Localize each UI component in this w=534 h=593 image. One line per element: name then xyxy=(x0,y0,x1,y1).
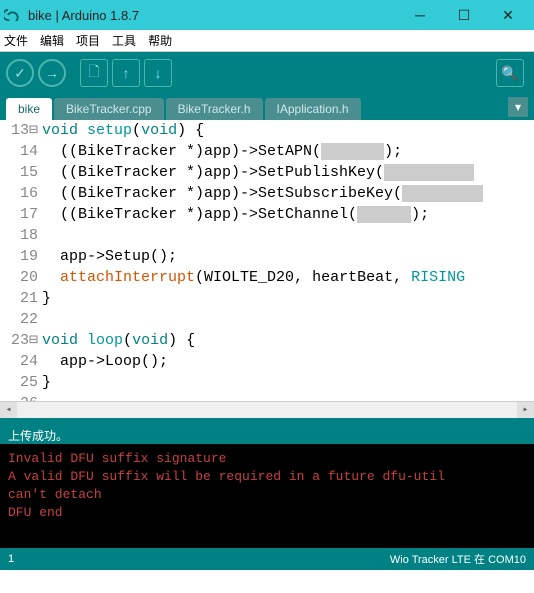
status-message: 上传成功。 xyxy=(0,424,534,444)
minimize-button[interactable]: ─ xyxy=(398,0,442,30)
maximize-button[interactable]: ☐ xyxy=(442,0,486,30)
statusbar: 1 Wio Tracker LTE 在 COM10 xyxy=(0,548,534,570)
menu-edit[interactable]: 编辑 xyxy=(40,32,64,49)
scroll-right-icon[interactable]: ▸ xyxy=(517,402,534,419)
menubar: 文件 编辑 项目 工具 帮助 xyxy=(0,30,534,52)
line-gutter: 13⊟14 15 16 17 18 19 20 21 22 23⊟24 25 2… xyxy=(0,120,42,414)
menu-tools[interactable]: 工具 xyxy=(112,32,136,49)
save-button[interactable]: ↓ xyxy=(144,59,172,87)
serial-monitor-button[interactable]: 🔍 xyxy=(496,59,524,87)
tab-IApplication-h[interactable]: IApplication.h xyxy=(265,98,361,120)
horizontal-scrollbar[interactable]: ◂ ▸ xyxy=(0,401,534,418)
new-button[interactable]: 🗋 xyxy=(80,59,108,87)
status-left: 1 xyxy=(8,553,14,565)
toolbar: ✓ → 🗋 ↑ ↓ 🔍 xyxy=(0,52,534,94)
tabbar: bikeBikeTracker.cppBikeTracker.hIApplica… xyxy=(0,94,534,120)
tab-menu-button[interactable]: ▾ xyxy=(508,97,528,117)
scroll-left-icon[interactable]: ◂ xyxy=(0,402,17,419)
upload-button[interactable]: → xyxy=(38,59,66,87)
code-editor[interactable]: 13⊟14 15 16 17 18 19 20 21 22 23⊟24 25 2… xyxy=(0,120,534,418)
tab-BikeTracker-h[interactable]: BikeTracker.h xyxy=(166,98,263,120)
tab-bike[interactable]: bike xyxy=(6,98,52,120)
menu-help[interactable]: 帮助 xyxy=(148,32,172,49)
code-source[interactable]: void setup(void) { ((BikeTracker *)app)-… xyxy=(42,120,534,414)
menu-sketch[interactable]: 项目 xyxy=(76,32,100,49)
window-title: bike | Arduino 1.8.7 xyxy=(28,8,398,23)
open-button[interactable]: ↑ xyxy=(112,59,140,87)
close-button[interactable]: ✕ xyxy=(486,0,530,30)
tab-BikeTracker-cpp[interactable]: BikeTracker.cpp xyxy=(54,98,164,120)
console-output[interactable]: Invalid DFU suffix signature A valid DFU… xyxy=(0,444,534,548)
verify-button[interactable]: ✓ xyxy=(6,59,34,87)
arduino-logo-icon xyxy=(4,6,22,24)
titlebar: bike | Arduino 1.8.7 ─ ☐ ✕ xyxy=(0,0,534,30)
menu-file[interactable]: 文件 xyxy=(4,32,28,49)
status-right: Wio Tracker LTE 在 COM10 xyxy=(390,551,526,567)
